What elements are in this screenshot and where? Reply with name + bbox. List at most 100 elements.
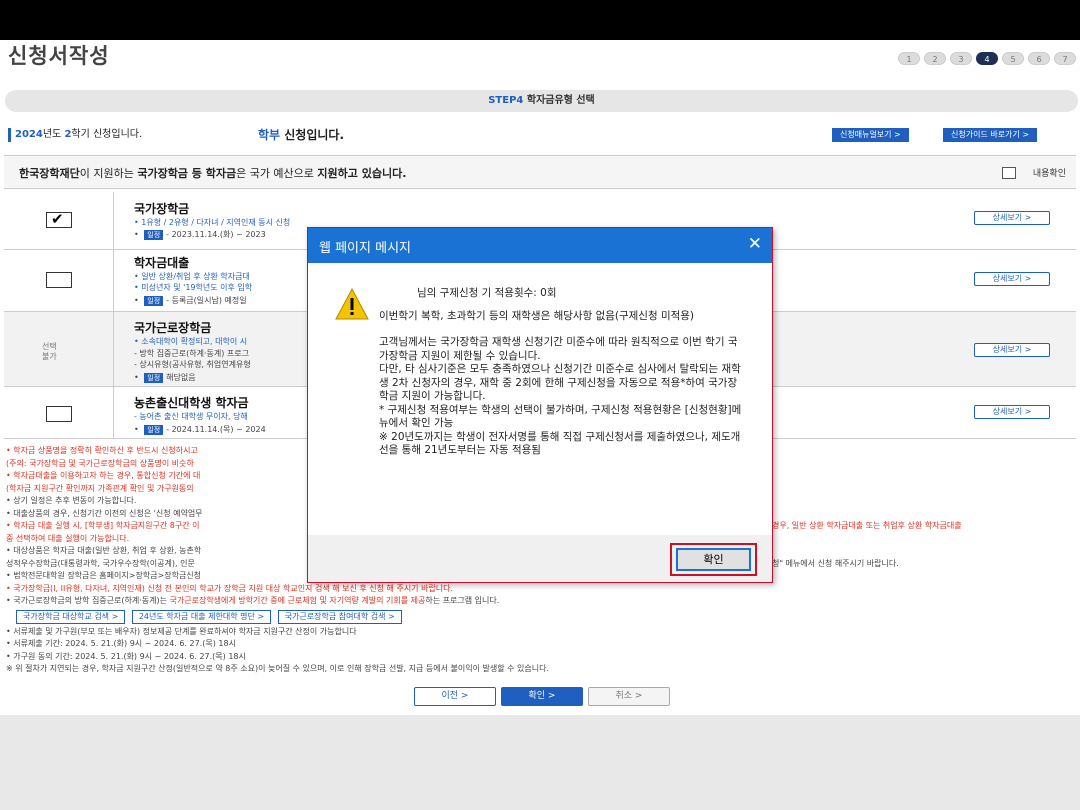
schedule-text: 해당없음 [166,373,196,382]
notice-org: 한국장학재단 [19,167,80,180]
national-scholarship-checkbox[interactable]: ✔ [46,210,72,228]
top-black-bar [0,0,1080,40]
row-schedule: • 일정 - 2024.11.14.(목) ~ 2024 [134,425,266,435]
row-title: 국가근로장학금 [134,321,212,335]
step-1: 1 [898,52,920,65]
notice-text: 한국장학재단이 지원하는 국가장학금 등 학자금은 국가 예산으로 지원하고 있… [19,165,406,181]
detail-button[interactable]: 상세보기 > [974,272,1050,286]
bottom-background [0,715,1080,810]
check-icon: ✔ [51,210,64,228]
row-desc-3: - 상시유형(공사유형, 취업연계유형 [134,360,251,369]
step-7: 7 [1054,52,1076,65]
row-title: 학자금대출 [134,256,190,270]
note-line: • 가구원 동의 기간: 2024. 5. 21.(화) 9시 ~ 2024. … [6,651,246,661]
row-select-cell: 선택 불가 [4,312,114,386]
web-page-message-dialog: 웹 페이지 메시지 ✕ 님의 구제신청 기 적용횟수: 0회 이번학기 복학, … [307,227,773,583]
cancel-button[interactable]: 취소 > [588,687,670,706]
dialog-footer: 확인 [308,535,772,582]
semester-year-suffix: 년도 [42,129,65,140]
scholarship-school-search-button[interactable]: 국가장학금 대상학교 검색 > [16,609,126,624]
schedule-tag: 일정 [144,296,164,306]
note-line: • 국가장학금(I, II유형, 다자녀, 지역인재) 신청 전 본인의 학교가… [6,583,454,593]
dialog-ok-button[interactable]: 확인 [676,548,751,571]
step-6: 6 [1028,52,1050,65]
univ-level: 학부 [258,128,281,142]
message-restriction: 고객님께서는 국가장학금 재학생 신청기간 미준수에 따라 원칙적으로 이번 학… [379,336,738,362]
univ-level-info: 학부 신청입니다. [258,126,344,143]
student-loan-checkbox[interactable] [46,272,72,288]
note-line: ※ 위 절차가 지연되는 경우, 학자금 지원구간 산정(일반적으로 약 8주 … [6,664,550,673]
note-part: 성적우수장학금(대통령과학, 국가우수장학(이공계), 인문 [6,558,195,568]
detail-button[interactable]: 상세보기 > [974,405,1050,419]
semester-term-suffix: 학기 신청입니다. [71,129,143,140]
step-5: 5 [1002,52,1024,65]
row-desc: • 소속대학이 확정되고, 대학이 시 [134,337,248,346]
detail-button[interactable]: 상세보기 > [974,343,1050,357]
univ-level-suffix: 신청입니다. [280,128,345,142]
dialog-body: 님의 구제신청 기 적용횟수: 0회 이번학기 복학, 초과학기 등의 재학생은… [308,263,772,535]
schedule-text: - 2023.11.14.(화) ~ 2023 [166,230,266,239]
rural-student-checkbox[interactable] [46,406,72,422]
select-disabled-label: 선택 불가 [42,342,57,361]
notice-t1: 이 지원하는 [79,167,138,180]
row-desc-2: - 방학 집중근로(하계·동계) 프로그 [134,349,249,358]
step-label: 학자금유형 선택 [526,95,595,106]
step-number: STEP4 [488,95,524,106]
notice-t2: 은 국가 예산으로 [236,167,318,180]
confirm-label: 내용확인 [1032,169,1066,179]
row-schedule: • 일정 - 2023.11.14.(화) ~ 2023 [134,230,266,240]
schedule-text: - 등록금(일시납) 예정일 [166,296,247,305]
notice-b1: 국가장학금 등 학자금 [137,167,237,180]
notice-box: 한국장학재단이 지원하는 국가장학금 등 학자금은 국가 예산으로 지원하고 있… [4,155,1076,189]
note-part: 국가근로장학생에게 방학기간 중에 근로체험 및 자기역량 계발의 기회를 제공 [169,596,426,605]
detail-button[interactable]: 상세보기 > [974,211,1050,225]
step-2: 2 [924,52,946,65]
row-select-cell: ✔ [4,192,114,249]
page-title: 신청서작성 [8,44,110,68]
step-3: 3 [950,52,972,65]
note-part: 경우, 일반 상환 학자금대출 또는 취업후 상환 학자금대출 [772,521,962,530]
loan-restricted-list-button[interactable]: 24년도 학자금 대출 제한대학 명단 > [131,609,272,624]
note-part: • 국가근로장학금의 방학 집중근로(하계·동계)는 [6,596,170,605]
ok-highlight: 확인 [670,543,757,576]
row-desc: • 일반 상환/취업 후 상환 학자금대 [134,272,250,281]
semester-info: 2024년도 2학기 신청입니다. [8,128,142,142]
guide-button[interactable]: 신청가이드 바로가기 > [943,128,1038,142]
note-part: 청" 메뉴에서 신청 해주시기 바랍니다. [772,558,899,568]
row-desc-2: • 미성년자 및 '19학년도 이후 입학 [134,283,253,292]
message-relief-auto: 다만, 타 심사기준은 모두 충족하였으나 신청기간 미준수로 심사에서 탈락되… [379,363,741,402]
prev-button[interactable]: 이전 > [414,687,496,706]
note-line: • 국가근로장학금의 방학 집중근로(하계·동계)는 국가근로장학생에게 방학기… [6,595,1076,608]
notice-b2: 지원하고 있습니다. [317,167,407,180]
dialog-titlebar: 웹 페이지 메시지 ✕ [308,228,772,263]
row-title: 농촌출신대학생 학자금 [134,396,249,410]
schedule-tag: 일정 [144,425,164,435]
step-bar: STEP4 학자금유형 선택 [5,90,1078,112]
warning-icon [335,287,369,320]
dialog-title: 웹 페이지 메시지 [319,241,411,256]
row-title: 국가장학금 [134,202,190,216]
message-relief-status: * 구제신청 적용여부는 학생의 선택이 불가하며, 구제신청 적용현황은 [신… [379,403,742,430]
row-schedule: • 일정 해당없음 [134,373,196,383]
schedule-tag: 일정 [144,230,164,240]
work-school-search-button[interactable]: 국가근로장학금 참여대학 검색 > [277,609,402,624]
schedule-text: - 2024.11.14.(목) ~ 2024 [166,425,266,434]
link-button-row: 국가장학금 대상학교 검색 > 24년도 학자금 대출 제한대학 명단 > 국가… [6,608,1076,626]
step-4-active: 4 [976,52,998,65]
note-part: • 학자금 대출 실행 시, [학부생] 학자금지원구간 8구간 이 [6,521,200,530]
row-desc: • 1유형 / 2유형 / 다자녀 / 지역인재 동시 신청 [134,218,291,227]
manual-button[interactable]: 신청매뉴얼보기 > [832,128,909,142]
row-select-cell [4,250,114,311]
semester-year: 2024 [15,129,43,140]
schedule-tag: 일정 [144,373,164,383]
confirm-button[interactable]: 확인 > [501,687,583,706]
message-returning-note: 이번학기 복학, 초과학기 등의 재학생은 해당사항 없음(구제신청 미적용) [379,309,695,322]
row-desc: - 농어촌 출신 대학생 무이자, 당해 [134,412,248,421]
confirm-checkbox[interactable] [1002,167,1016,179]
row-select-cell [4,387,114,438]
note-part: 하는 프로그램 입니다. [425,596,500,605]
close-icon[interactable]: ✕ [748,234,762,254]
message-auto-apply: ※ 20년도까지는 학생이 전자서명를 통해 직접 구제신청서를 제출하였으나,… [379,430,741,457]
message-relief-count: 님의 구제신청 기 적용횟수: 0회 [417,287,557,299]
note-line: • 서류제출 기간: 2024. 5. 21.(화) 9시 ~ 2024. 6.… [6,639,236,648]
